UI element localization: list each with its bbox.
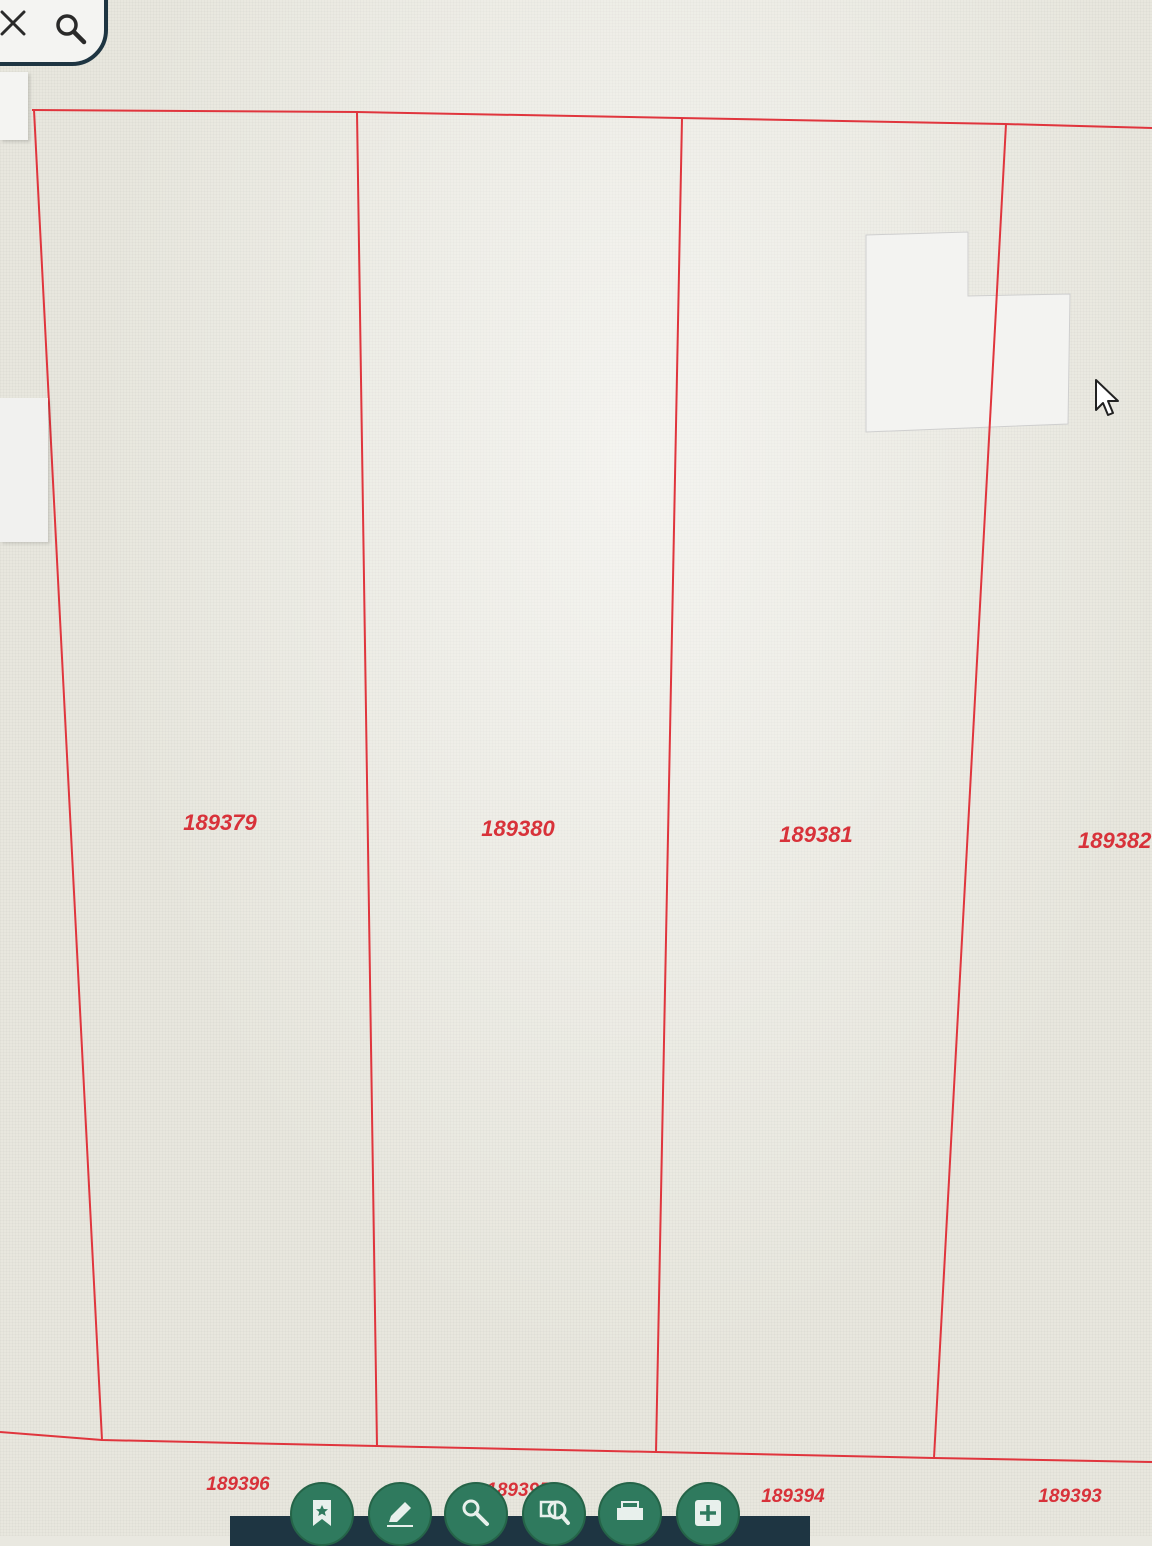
map-canvas[interactable]: 189379 189380 189381 189382 189396 18939… <box>0 0 1152 1536</box>
parcel-label[interactable]: 189381 <box>779 822 852 847</box>
measure-icon <box>462 1499 489 1526</box>
search-results-panel[interactable] <box>0 72 28 140</box>
parcel-label[interactable]: 189382 <box>1078 828 1152 853</box>
zoom-to-icon <box>539 1500 570 1525</box>
bookmark-button[interactable] <box>290 1482 354 1546</box>
print-button[interactable] <box>598 1482 662 1546</box>
lower-boundary-line <box>0 1431 1152 1463</box>
side-panel[interactable] <box>0 398 48 542</box>
parcel-label[interactable]: 189394 <box>761 1486 825 1507</box>
search-box[interactable] <box>0 0 108 66</box>
add-button[interactable] <box>676 1482 740 1546</box>
parcel-label[interactable]: 189380 <box>481 816 555 841</box>
print-icon <box>617 1501 643 1520</box>
mouse-cursor-icon <box>1095 379 1119 416</box>
add-icon <box>695 1500 721 1526</box>
parcel-label[interactable]: 189396 <box>206 1474 270 1495</box>
parcel-label[interactable]: 189393 <box>1038 1486 1102 1507</box>
bookmark-icon <box>313 1500 331 1526</box>
vertical-line-2 <box>356 111 378 1447</box>
measure-button[interactable] <box>444 1482 508 1546</box>
draw-icon <box>387 1502 413 1527</box>
search-icon[interactable] <box>54 12 88 46</box>
zoom-to-button[interactable] <box>522 1482 586 1546</box>
close-icon[interactable] <box>0 8 28 38</box>
parcel-label[interactable]: 189379 <box>183 810 257 835</box>
draw-button[interactable] <box>368 1482 432 1546</box>
vertical-line-3 <box>655 117 683 1453</box>
building-footprint <box>865 231 1071 433</box>
parcel-layer[interactable]: 189379 189380 189381 189382 189396 18939… <box>0 0 1152 1536</box>
top-boundary-line <box>31 109 1152 129</box>
vertical-line-1 <box>33 109 103 1441</box>
